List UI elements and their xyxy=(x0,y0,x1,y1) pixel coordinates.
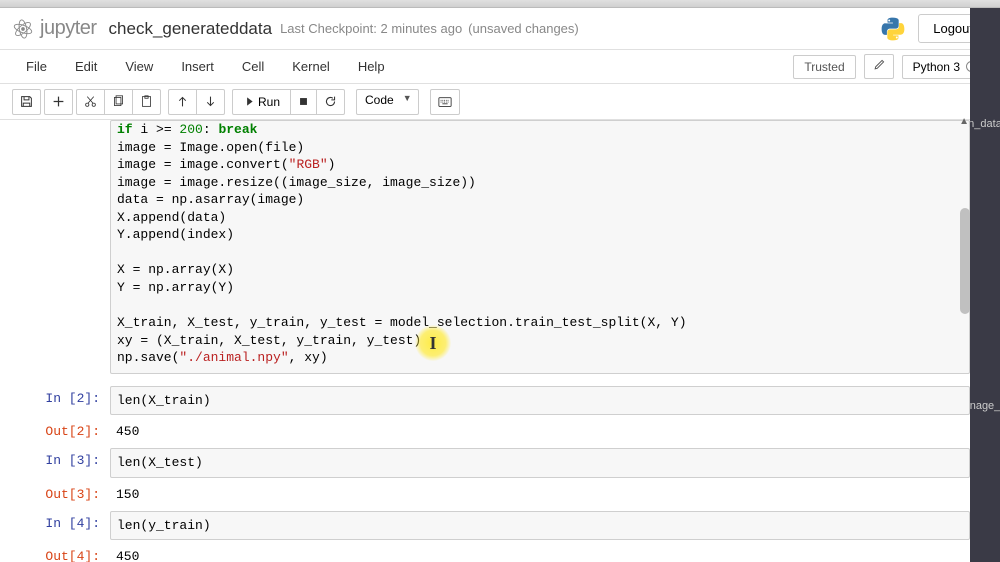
copy-button[interactable] xyxy=(104,89,133,115)
add-cell-button[interactable] xyxy=(44,89,73,115)
paste-button[interactable] xyxy=(132,89,161,115)
notebook-header: jupyter check_generateddata Last Checkpo… xyxy=(0,8,1000,50)
menu-edit[interactable]: Edit xyxy=(61,53,111,80)
in-prompt: In [2]: xyxy=(20,386,110,416)
arrow-down-icon xyxy=(204,95,217,108)
menu-kernel[interactable]: Kernel xyxy=(278,53,344,80)
side-label-1: n_data xyxy=(968,118,1000,130)
cut-button[interactable] xyxy=(76,89,105,115)
cell-type-select[interactable]: Code xyxy=(356,89,419,115)
menu-view[interactable]: View xyxy=(111,53,167,80)
stop-icon xyxy=(298,96,309,107)
output-row: Out[2]: 450 xyxy=(20,419,970,444)
interrupt-button[interactable] xyxy=(290,89,317,115)
run-icon xyxy=(243,96,254,107)
code-cell-top[interactable]: if i >= 200: break image = Image.open(fi… xyxy=(110,120,970,374)
cell-output: 450 xyxy=(110,419,970,444)
code-cell[interactable]: In [2]: len(X_train) xyxy=(20,386,970,416)
run-button[interactable]: Run xyxy=(232,89,291,115)
checkpoint-label: Last Checkpoint: 2 minutes ago xyxy=(280,21,462,36)
cell-type-value: Code xyxy=(365,93,394,107)
toolbar: Run Code xyxy=(0,84,1000,120)
cell-input[interactable]: len(y_train) xyxy=(110,511,970,541)
pencil-icon xyxy=(873,59,885,71)
restart-button[interactable] xyxy=(316,89,345,115)
cell-input[interactable]: len(X_test) xyxy=(110,448,970,478)
in-prompt: In [3]: xyxy=(20,448,110,478)
menu-help[interactable]: Help xyxy=(344,53,399,80)
paste-icon xyxy=(140,95,153,108)
python-icon xyxy=(880,16,906,42)
unsaved-label: (unsaved changes) xyxy=(468,21,579,36)
copy-icon xyxy=(112,95,125,108)
browser-top-strip xyxy=(0,0,1000,8)
in-prompt: In [4]: xyxy=(20,511,110,541)
out-prompt: Out[4]: xyxy=(20,544,110,562)
cut-icon xyxy=(84,95,97,108)
jupyter-logo-text: jupyter xyxy=(40,17,97,40)
kernel-name: Python 3 xyxy=(913,60,960,74)
menu-insert[interactable]: Insert xyxy=(167,53,228,80)
edit-metadata-button[interactable] xyxy=(864,54,894,79)
menu-cell[interactable]: Cell xyxy=(228,53,278,80)
move-up-button[interactable] xyxy=(168,89,197,115)
right-side-panel: n_data nage_ xyxy=(970,8,1000,562)
cell-output: 150 xyxy=(110,482,970,507)
output-row: Out[4]: 450 xyxy=(20,544,970,562)
jupyter-logo[interactable]: jupyter xyxy=(12,17,97,40)
restart-icon xyxy=(324,95,337,108)
code-cell[interactable]: In [4]: len(y_train) xyxy=(20,511,970,541)
cell-output: 450 xyxy=(110,544,970,562)
scrollbar-thumb[interactable] xyxy=(960,208,970,314)
out-prompt: Out[2]: xyxy=(20,419,110,444)
move-down-button[interactable] xyxy=(196,89,225,115)
trusted-indicator[interactable]: Trusted xyxy=(793,55,855,79)
save-icon xyxy=(20,95,33,108)
save-button[interactable] xyxy=(12,89,41,115)
side-label-2: nage_ xyxy=(970,400,1000,412)
menu-file[interactable]: File xyxy=(12,53,61,80)
command-palette-button[interactable] xyxy=(430,89,460,115)
notebook-area[interactable]: if i >= 200: break image = Image.open(fi… xyxy=(0,120,1000,562)
cell-input[interactable]: len(X_train) xyxy=(110,386,970,416)
plus-icon xyxy=(52,95,65,108)
arrow-up-icon xyxy=(176,95,189,108)
run-label: Run xyxy=(258,95,280,109)
keyboard-icon xyxy=(438,96,452,108)
jupyter-planet-icon xyxy=(12,18,34,40)
output-row: Out[3]: 150 xyxy=(20,482,970,507)
out-prompt: Out[3]: xyxy=(20,482,110,507)
notebook-title[interactable]: check_generateddata xyxy=(109,19,273,39)
menubar: File Edit View Insert Cell Kernel Help T… xyxy=(0,50,1000,84)
code-cell[interactable]: In [3]: len(X_test) xyxy=(20,448,970,478)
